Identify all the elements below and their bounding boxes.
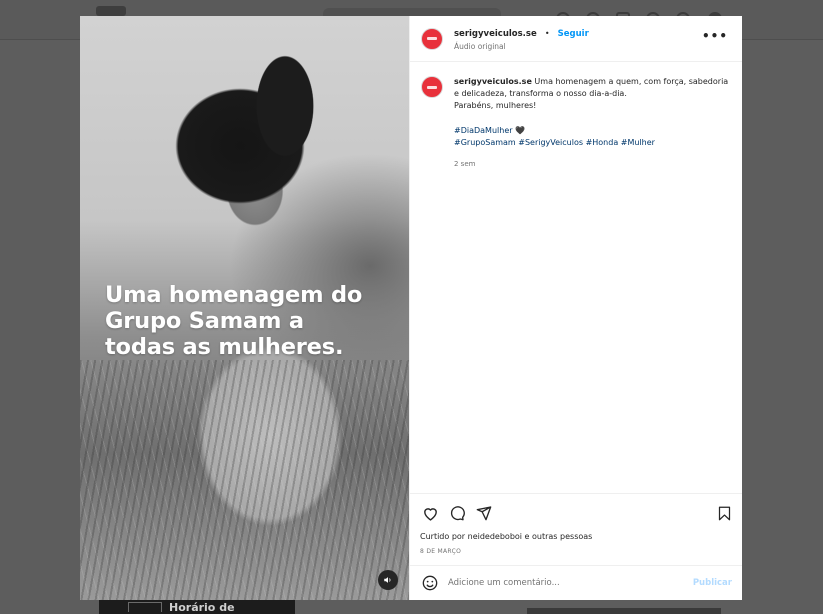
volume-button[interactable] — [378, 570, 398, 590]
avatar-logo-mark — [427, 37, 437, 40]
hashtag-line-1[interactable]: #DiaDaMulher 🖤 — [454, 125, 731, 137]
post-media[interactable]: Uma homenagem do Grupo Samam a todas as … — [80, 16, 409, 600]
background-card-label: Horário de — [169, 601, 235, 614]
follow-button[interactable]: Seguir — [558, 29, 589, 39]
caption-row: serigyveiculos.se Uma homenagem a quem, … — [421, 76, 731, 170]
comment-button[interactable] — [447, 503, 467, 523]
emoji-button[interactable] — [420, 573, 440, 593]
emoji-icon — [422, 575, 438, 591]
media-grass-texture — [80, 360, 409, 600]
caption-avatar[interactable] — [421, 76, 443, 98]
caption-body: serigyveiculos.se Uma homenagem a quem, … — [454, 76, 731, 170]
like-button[interactable] — [420, 503, 440, 523]
hashtag-line-2[interactable]: #GrupoSamam #SerigyVeiculos #Honda #Mulh… — [454, 137, 731, 149]
save-button[interactable] — [714, 503, 734, 523]
author-avatar[interactable] — [421, 27, 443, 50]
liked-by-text[interactable]: Curtido por neidedeboboi e outras pessoa… — [420, 532, 732, 541]
caption-time-ago[interactable]: 2 sem — [454, 158, 731, 170]
media-caption-line: todas as mulheres. — [105, 334, 344, 360]
comment-icon — [450, 506, 465, 521]
post-modal: Uma homenagem do Grupo Samam a todas as … — [80, 16, 742, 600]
volume-icon — [384, 577, 391, 583]
heart-icon — [423, 507, 437, 521]
author-username[interactable]: serigyveiculos.se — [454, 29, 537, 39]
more-options-icon[interactable]: ••• — [702, 30, 728, 42]
header-separator: • — [544, 28, 550, 38]
audio-label[interactable]: Áudio original — [454, 41, 589, 53]
post-header: serigyveiculos.se • Seguir Áudio origina… — [410, 16, 742, 62]
media-caption-line: Uma homenagem do — [105, 282, 363, 308]
post-actions: Curtido por neidedeboboi e outras pessoa… — [410, 493, 742, 565]
share-icon — [476, 506, 492, 521]
avatar-logo-mark — [427, 85, 437, 89]
caption-line-2: Parabéns, mulheres! — [454, 101, 537, 111]
comments-section: serigyveiculos.se Uma homenagem a quem, … — [410, 62, 742, 493]
media-caption-line: Grupo Samam a — [105, 308, 304, 334]
publish-button[interactable]: Publicar — [693, 578, 732, 588]
share-button[interactable] — [474, 503, 494, 523]
background-card-2 — [527, 608, 721, 614]
comment-input[interactable] — [448, 578, 693, 588]
bookmark-icon — [718, 506, 730, 520]
media-caption: Uma homenagem do Grupo Samam a todas as … — [105, 282, 395, 360]
post-date[interactable]: 8 DE MARÇO — [420, 548, 732, 555]
add-comment-bar: Publicar — [410, 565, 742, 600]
background-card-icon — [128, 602, 162, 612]
post-sidebar: serigyveiculos.se • Seguir Áudio origina… — [409, 16, 742, 600]
caption-username[interactable]: serigyveiculos.se — [454, 77, 532, 86]
background-logo — [96, 6, 126, 16]
